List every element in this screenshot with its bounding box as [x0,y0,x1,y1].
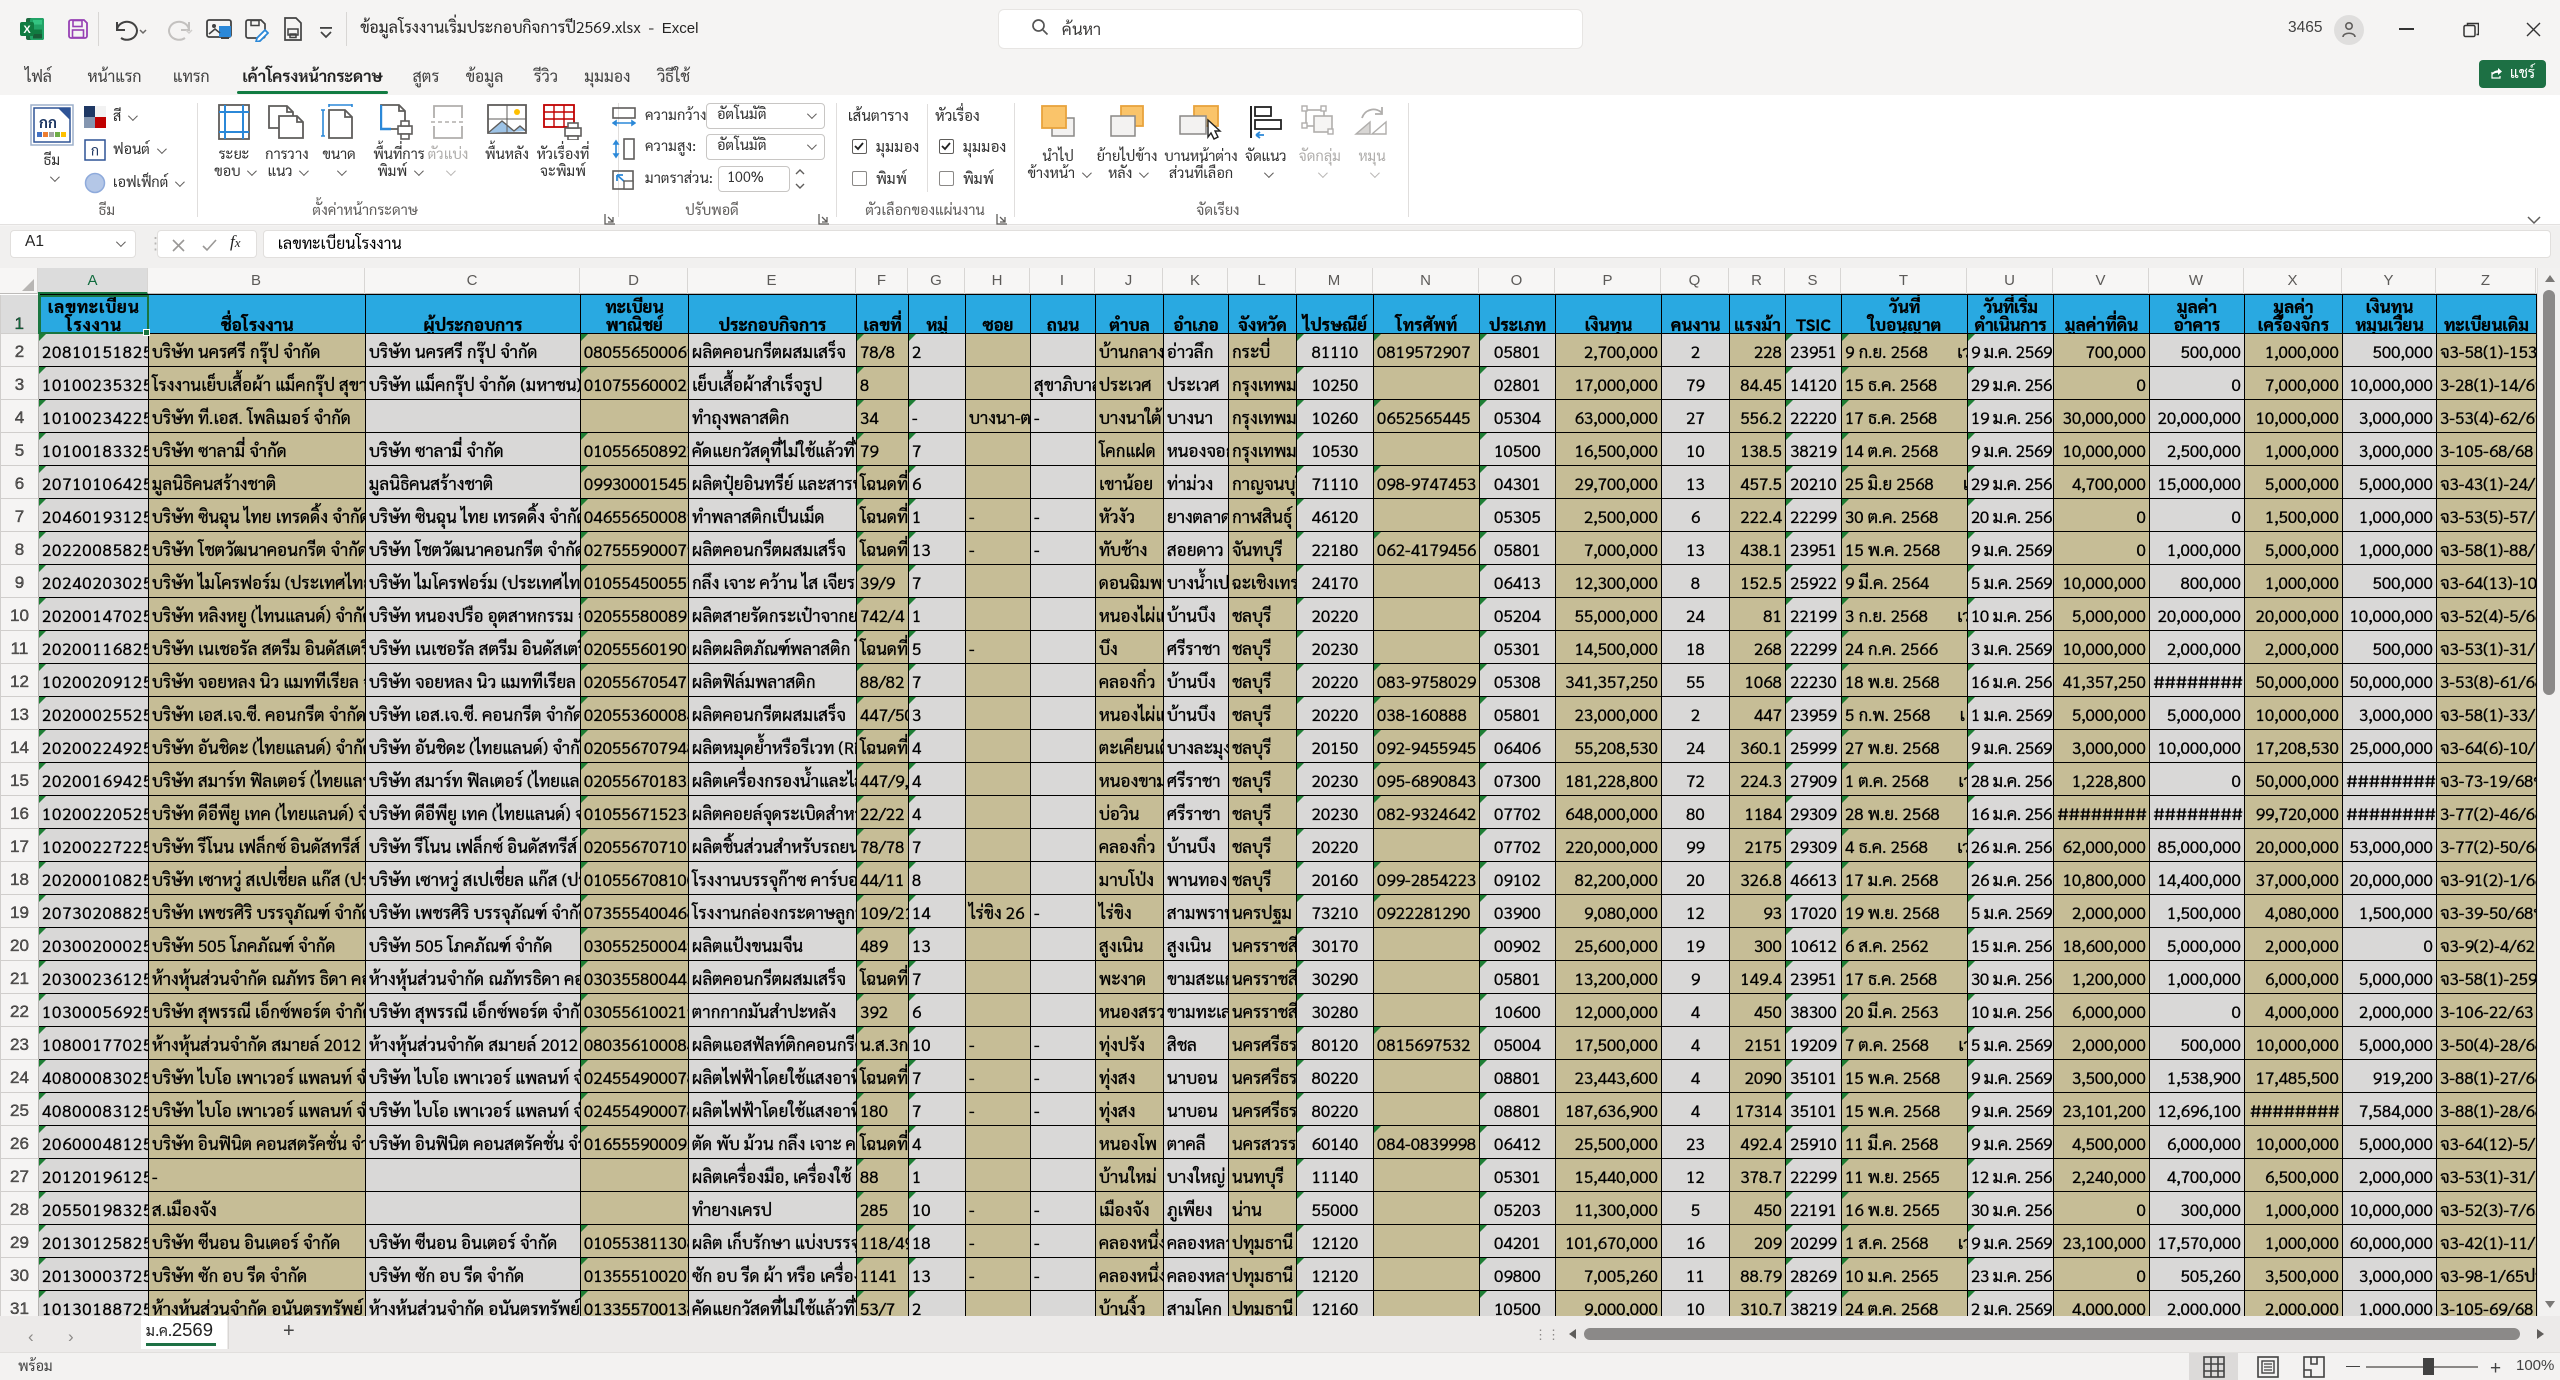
svg-text:กก: กก [39,113,57,132]
svg-text:ก: ก [91,142,99,160]
svg-text:X: X [23,24,31,36]
